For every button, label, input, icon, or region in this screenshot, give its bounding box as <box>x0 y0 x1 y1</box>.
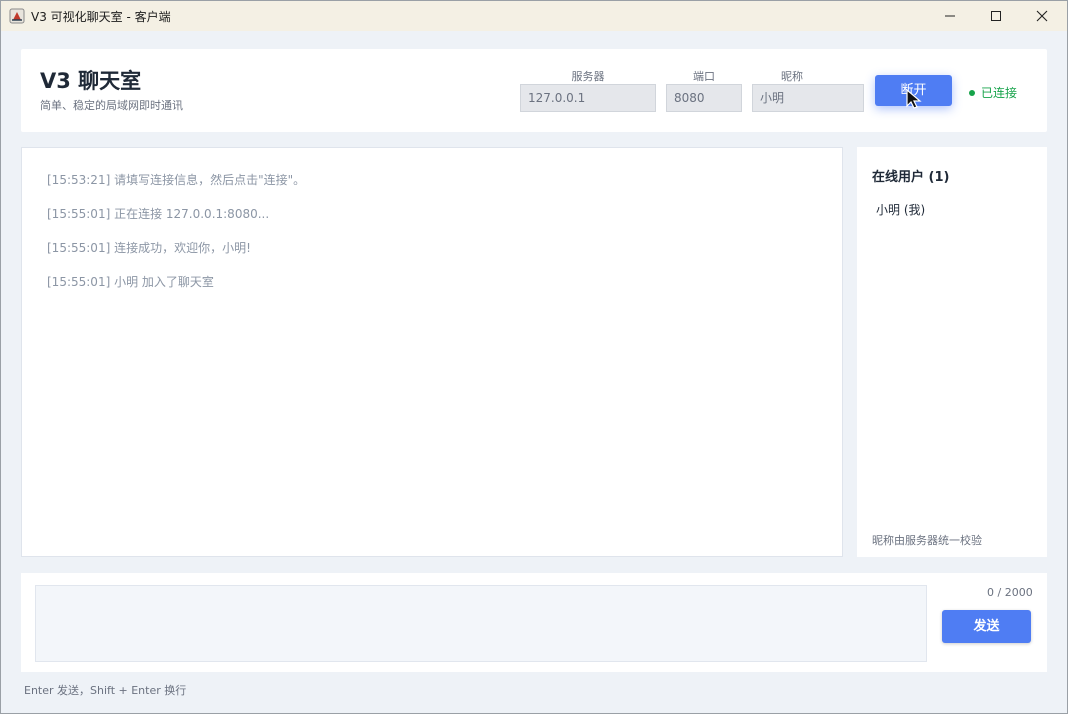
keyboard-hint: Enter 发送，Shift + Enter 换行 <box>24 684 187 697</box>
message-input[interactable] <box>35 585 927 662</box>
message-composer: 0 / 2000 发送 <box>21 573 1047 672</box>
connection-status: 已连接 <box>969 84 1017 101</box>
chat-log[interactable]: [15:53:21] 请填写连接信息，然后点击"连接"。 [15:55:01] … <box>21 147 843 557</box>
close-button[interactable] <box>1019 1 1065 31</box>
server-field[interactable]: 127.0.0.1 <box>520 84 656 112</box>
status-text: 已连接 <box>981 86 1018 100</box>
app-window: V3 可视化聊天室 - 客户端 V3 聊天室 简单、稳定的局域网即时通讯 服务器… <box>0 0 1068 714</box>
port-field[interactable]: 8080 <box>666 84 742 112</box>
log-message: [15:55:01] 小明 加入了聊天室 <box>47 275 214 289</box>
char-counter: 0 / 2000 <box>987 586 1033 599</box>
maximize-button[interactable] <box>973 1 1019 31</box>
log-message: [15:55:01] 连接成功，欢迎你，小明! <box>47 241 251 255</box>
port-label: 端口 <box>693 70 715 83</box>
nickname-label: 昵称 <box>781 70 803 83</box>
status-dot-icon <box>969 89 975 96</box>
minimize-icon <box>945 15 955 17</box>
log-message: [15:55:01] 正在连接 127.0.0.1:8080... <box>47 207 270 221</box>
server-label: 服务器 <box>571 70 605 83</box>
close-icon <box>1036 10 1048 22</box>
online-users-panel: 在线用户 (1) 小明 (我) 昵称由服务器统一校验 <box>857 147 1047 557</box>
title-bar: V3 可视化聊天室 - 客户端 <box>1 1 1067 31</box>
window-title: V3 可视化聊天室 - 客户端 <box>31 10 171 24</box>
log-message: [15:53:21] 请填写连接信息，然后点击"连接"。 <box>47 173 306 187</box>
user-list-item[interactable]: 小明 (我) <box>876 201 925 218</box>
mouse-cursor-icon <box>906 88 922 109</box>
nickname-field[interactable]: 小明 <box>752 84 864 112</box>
nickname-validation-note: 昵称由服务器统一校验 <box>872 534 982 547</box>
online-users-title: 在线用户 (1) <box>872 170 950 185</box>
send-button[interactable]: 发送 <box>942 610 1031 643</box>
page-title: V3 聊天室 <box>40 69 142 93</box>
page-subtitle: 简单、稳定的局域网即时通讯 <box>40 99 183 112</box>
minimize-button[interactable] <box>927 1 973 31</box>
connection-header: V3 聊天室 简单、稳定的局域网即时通讯 服务器 127.0.0.1 端口 80… <box>21 49 1047 132</box>
maximize-icon <box>991 11 1001 21</box>
java-app-icon <box>9 8 25 24</box>
